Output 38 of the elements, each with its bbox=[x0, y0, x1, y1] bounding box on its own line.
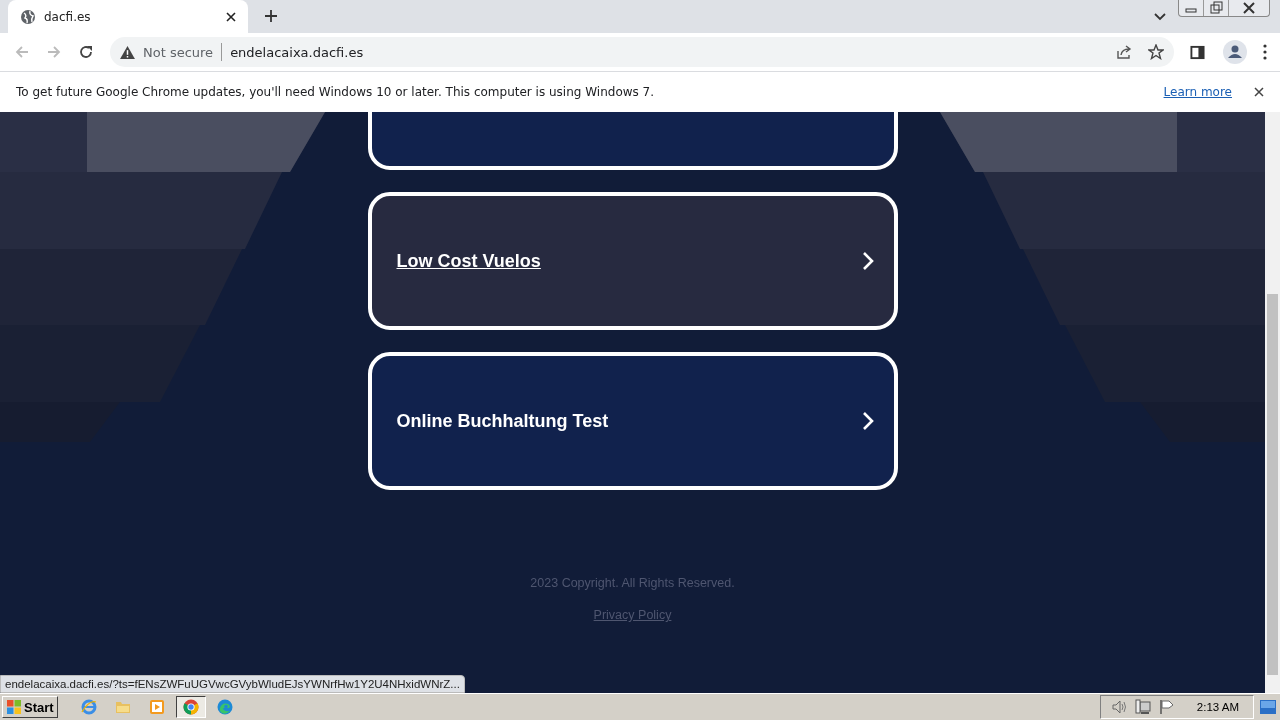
speaker-icon[interactable] bbox=[1110, 699, 1127, 715]
network-icon[interactable] bbox=[1134, 699, 1151, 715]
copyright-text: 2023 Copyright. All Rights Reserved. bbox=[529, 576, 736, 590]
learn-more-link[interactable]: Learn more bbox=[1163, 85, 1232, 99]
chrome-icon bbox=[182, 699, 199, 715]
close-icon[interactable] bbox=[226, 11, 236, 22]
edge-icon bbox=[216, 699, 233, 715]
status-url: endelacaixa.dacfi.es/?ts=fENsZWFuUGVwcGVybWludEJsYWNrfHw1Y2U4NHxidWNrZ... bbox=[0, 675, 465, 693]
browser-tab[interactable]: dacfi.es bbox=[8, 0, 248, 33]
media-player-icon bbox=[148, 699, 165, 715]
chevron-down-icon[interactable] bbox=[1154, 13, 1166, 21]
clock[interactable]: 2:13 AM bbox=[1196, 701, 1239, 713]
taskbar-app[interactable] bbox=[175, 696, 206, 718]
new-tab-icon[interactable] bbox=[264, 9, 278, 23]
start-button[interactable]: Start bbox=[2, 696, 58, 718]
menu-icon[interactable] bbox=[1263, 44, 1267, 60]
scrollbar[interactable] bbox=[1265, 112, 1280, 693]
security-label: Not secure bbox=[143, 44, 214, 60]
globe-icon bbox=[20, 8, 36, 25]
reload-icon[interactable] bbox=[78, 44, 94, 60]
profile-icon[interactable] bbox=[1223, 40, 1247, 64]
flag-icon[interactable] bbox=[1158, 699, 1175, 715]
folder-icon bbox=[114, 699, 131, 715]
chevron-right-icon bbox=[861, 251, 874, 271]
link-card[interactable]: Online Buchhaltung Test bbox=[367, 352, 898, 490]
update-message: To get future Google Chrome updates, you'll need Windows 10 or later. This computer is using Windows 7. bbox=[16, 85, 655, 99]
close-icon[interactable] bbox=[1254, 87, 1264, 97]
browser-icon bbox=[80, 699, 97, 715]
chevron-right-icon bbox=[861, 411, 874, 431]
star-icon[interactable] bbox=[1148, 44, 1164, 60]
side-panel-icon[interactable] bbox=[1190, 44, 1205, 60]
link-card[interactable]: Low Cost Vuelos bbox=[367, 192, 898, 330]
windows-logo-icon bbox=[6, 699, 22, 715]
share-icon[interactable] bbox=[1116, 44, 1132, 60]
tab-title: dacfi.es bbox=[44, 9, 92, 24]
warning-icon bbox=[120, 45, 135, 59]
url-text: endelacaixa.dacfi.es bbox=[230, 44, 364, 60]
address-bar[interactable]: Not secure endelacaixa.dacfi.es bbox=[110, 37, 1174, 67]
